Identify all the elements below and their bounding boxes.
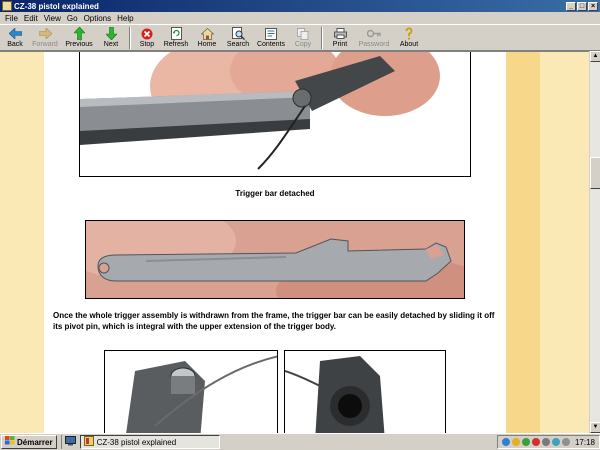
previous-button[interactable]: Previous bbox=[62, 25, 96, 51]
desktop-icon[interactable] bbox=[64, 435, 76, 449]
windows-logo-icon bbox=[5, 436, 15, 448]
quick-launch bbox=[60, 435, 76, 449]
back-arrow-icon bbox=[8, 27, 22, 40]
scroll-up-button[interactable]: ▲ bbox=[590, 51, 600, 62]
forward-button[interactable]: Forward bbox=[28, 25, 62, 51]
toolbar-separator bbox=[321, 27, 323, 49]
key-icon bbox=[367, 27, 381, 40]
start-button[interactable]: Démarrer bbox=[1, 435, 57, 449]
photo-trigger-bar bbox=[85, 220, 465, 299]
stop-label: Stop bbox=[139, 41, 155, 48]
document-viewport[interactable]: Trigger bar detached Once the whole trig… bbox=[0, 51, 589, 433]
print-button[interactable]: Print bbox=[326, 25, 354, 51]
password-label: Password bbox=[358, 41, 390, 48]
search-button[interactable]: Search bbox=[222, 25, 254, 51]
photo-pivot-pin-right bbox=[284, 350, 446, 433]
paragraph-trigger-assembly: Once the whole trigger assembly is withd… bbox=[53, 311, 495, 331]
photo-pivot-pin-left bbox=[104, 350, 278, 433]
help-book-icon bbox=[83, 435, 94, 449]
contents-button[interactable]: Contents bbox=[254, 25, 288, 51]
menu-options[interactable]: Options bbox=[81, 14, 115, 23]
taskbar: Démarrer CZ-38 pistol explained 17:18 bbox=[0, 433, 600, 450]
right-margin-column bbox=[540, 52, 589, 433]
home-label: Home bbox=[197, 41, 217, 48]
copy-icon bbox=[296, 27, 310, 40]
menu-help[interactable]: Help bbox=[114, 14, 136, 23]
back-label: Back bbox=[7, 41, 23, 48]
about-button[interactable]: About bbox=[394, 25, 424, 51]
start-label: Démarrer bbox=[17, 437, 53, 447]
print-icon bbox=[333, 27, 347, 40]
taskbar-item-cz38[interactable]: CZ-38 pistol explained bbox=[79, 435, 220, 449]
clock: 17:18 bbox=[574, 437, 595, 447]
menu-bar: File Edit View Go Options Help bbox=[0, 12, 600, 24]
tray-shield-icon[interactable] bbox=[511, 438, 520, 446]
minimize-button[interactable]: _ bbox=[566, 1, 576, 11]
stop-icon bbox=[140, 27, 154, 40]
home-button[interactable]: Home bbox=[192, 25, 222, 51]
toolbar-separator bbox=[129, 27, 131, 49]
forward-arrow-icon bbox=[38, 27, 52, 40]
window-title-bar[interactable]: CZ-38 pistol explained _ □ × bbox=[0, 0, 600, 12]
menu-edit[interactable]: Edit bbox=[21, 14, 41, 23]
copy-button[interactable]: Copy bbox=[288, 25, 318, 51]
refresh-label: Refresh bbox=[163, 41, 189, 48]
tray-printer-icon[interactable] bbox=[541, 438, 550, 446]
previous-label: Previous bbox=[65, 41, 93, 48]
print-label: Print bbox=[332, 41, 348, 48]
scroll-thumb[interactable] bbox=[590, 157, 600, 189]
tray-update-icon[interactable] bbox=[521, 438, 530, 446]
vertical-scrollbar[interactable]: ▲ ▼ bbox=[589, 51, 600, 433]
menu-file[interactable]: File bbox=[2, 14, 21, 23]
menu-go[interactable]: Go bbox=[64, 14, 81, 23]
refresh-icon bbox=[169, 27, 183, 40]
scroll-down-button[interactable]: ▼ bbox=[590, 422, 600, 433]
contents-label: Contents bbox=[256, 41, 286, 48]
app-icon bbox=[2, 1, 12, 11]
photo-trigger-bar-detached bbox=[79, 52, 471, 177]
left-margin-column bbox=[0, 52, 44, 433]
question-bulb-icon bbox=[402, 27, 416, 40]
tray-messenger-icon[interactable] bbox=[551, 438, 560, 446]
stop-button[interactable]: Stop bbox=[134, 25, 160, 51]
caption-trigger-bar-detached: Trigger bar detached bbox=[235, 189, 315, 198]
back-button[interactable]: Back bbox=[2, 25, 28, 51]
password-button[interactable]: Password bbox=[354, 25, 394, 51]
up-arrow-icon bbox=[72, 27, 86, 40]
copy-label: Copy bbox=[294, 41, 312, 48]
forward-label: Forward bbox=[32, 41, 58, 48]
search-label: Search bbox=[226, 41, 250, 48]
about-label: About bbox=[399, 41, 419, 48]
maximize-button[interactable]: □ bbox=[577, 1, 587, 11]
system-tray: 17:18 bbox=[496, 435, 600, 449]
page-body: Trigger bar detached Once the whole trig… bbox=[44, 52, 506, 433]
contents-icon bbox=[264, 27, 278, 40]
next-label: Next bbox=[103, 41, 119, 48]
refresh-button[interactable]: Refresh bbox=[160, 25, 192, 51]
taskbar-item-label: CZ-38 pistol explained bbox=[96, 437, 177, 447]
down-arrow-icon bbox=[104, 27, 118, 40]
window-title: CZ-38 pistol explained bbox=[14, 1, 99, 11]
next-button[interactable]: Next bbox=[96, 25, 126, 51]
home-icon bbox=[200, 27, 214, 40]
tray-volume-icon[interactable] bbox=[561, 438, 570, 446]
toolbar: Back Forward Previous Next Stop Refresh bbox=[0, 24, 600, 51]
tray-network-icon[interactable] bbox=[501, 438, 510, 446]
search-icon bbox=[231, 27, 245, 40]
tray-antivirus-icon[interactable] bbox=[531, 438, 540, 446]
right-accent-column bbox=[506, 52, 540, 433]
close-button[interactable]: × bbox=[588, 1, 598, 11]
menu-view[interactable]: View bbox=[41, 14, 64, 23]
